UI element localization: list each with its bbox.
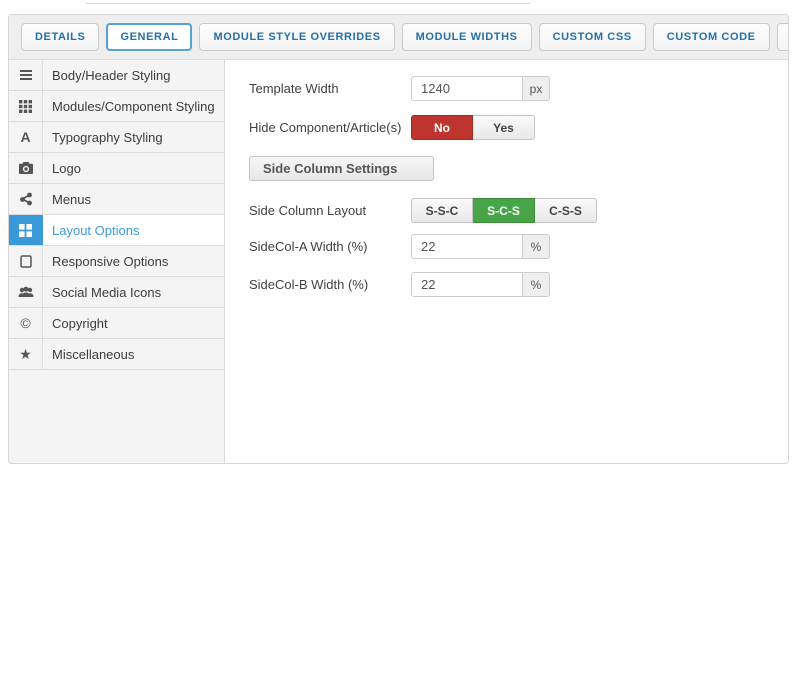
sidebar: Body/Header Styling Modules/Component St… [9, 60, 225, 464]
sidecol-a-input-group: % [411, 234, 550, 259]
camera-icon [9, 153, 43, 183]
sidebar-item-responsive-options[interactable]: Responsive Options [9, 246, 224, 277]
tab-module-style-overrides[interactable]: MODULE STYLE OVERRIDES [199, 23, 394, 51]
tab-menu-assignment[interactable]: MENU ASSIGNMENT [777, 23, 789, 51]
sidecol-b-label: SideCol-B Width (%) [249, 277, 411, 292]
hide-component-no-button[interactable]: No [411, 115, 473, 140]
side-column-settings-button[interactable]: Side Column Settings [249, 156, 434, 181]
sidebar-item-label: Responsive Options [43, 246, 224, 276]
template-width-input-group: px [411, 76, 550, 101]
square-outline-icon [9, 246, 43, 276]
tab-custom-code[interactable]: CUSTOM CODE [653, 23, 770, 51]
sidebar-item-label: Modules/Component Styling [43, 91, 224, 121]
sidebar-item-label: Menus [43, 184, 224, 214]
sidebar-item-social-media-icons[interactable]: Social Media Icons [9, 277, 224, 308]
tab-details[interactable]: DETAILS [21, 23, 99, 51]
sidecol-a-label: SideCol-A Width (%) [249, 239, 411, 254]
hide-component-toggle: No Yes [411, 115, 535, 140]
layout-css-button[interactable]: C-S-S [535, 198, 597, 223]
sidebar-item-body-header-styling[interactable]: Body/Header Styling [9, 60, 224, 91]
template-settings-panel: DETAILS GENERAL MODULE STYLE OVERRIDES M… [8, 14, 789, 464]
panel-content: Body/Header Styling Modules/Component St… [9, 60, 788, 464]
template-width-row: Template Width px [249, 76, 788, 101]
sidebar-item-label: Miscellaneous [43, 339, 224, 369]
sidebar-item-menus[interactable]: Menus [9, 184, 224, 215]
sidebar-item-miscellaneous[interactable]: ★ Miscellaneous [9, 339, 224, 370]
sidebar-item-layout-options[interactable]: Layout Options [9, 215, 224, 246]
sidebar-item-copyright[interactable]: © Copyright [9, 308, 224, 339]
sidebar-item-label: Logo [43, 153, 224, 183]
side-column-settings-row: Side Column Settings [249, 156, 788, 181]
tab-bar: DETAILS GENERAL MODULE STYLE OVERRIDES M… [9, 15, 788, 60]
sidebar-item-label: Social Media Icons [43, 277, 224, 307]
template-width-label: Template Width [249, 81, 411, 96]
star-icon: ★ [9, 339, 43, 369]
tab-custom-css[interactable]: CUSTOM CSS [539, 23, 646, 51]
sidebar-item-label: Typography Styling [43, 122, 224, 152]
sidecol-a-row: SideCol-A Width (%) % [249, 234, 788, 259]
unit-addon-px: px [523, 76, 550, 101]
sidecol-b-input-group: % [411, 272, 550, 297]
side-column-layout-group: S-S-C S-C-S C-S-S [411, 198, 597, 223]
sidebar-item-label: Body/Header Styling [43, 60, 224, 90]
sidebar-item-label: Copyright [43, 308, 224, 338]
unit-addon-percent: % [523, 272, 550, 297]
template-width-input[interactable] [411, 76, 523, 101]
users-icon [9, 277, 43, 307]
sidebar-item-typography-styling[interactable]: A Typography Styling [9, 122, 224, 153]
copyright-icon: © [9, 308, 43, 338]
sidebar-filler [9, 370, 224, 464]
sidecol-b-input[interactable] [411, 272, 523, 297]
sidebar-item-label: Layout Options [43, 215, 224, 245]
hide-component-yes-button[interactable]: Yes [473, 115, 535, 140]
font-icon: A [9, 122, 43, 152]
sidecol-b-row: SideCol-B Width (%) % [249, 272, 788, 297]
top-edge-artifact [86, 3, 530, 4]
side-column-layout-label: Side Column Layout [249, 203, 411, 218]
layout-scs-button[interactable]: S-C-S [473, 198, 535, 223]
side-column-layout-row: Side Column Layout S-S-C S-C-S C-S-S [249, 198, 788, 223]
hide-component-row: Hide Component/Article(s) No Yes [249, 115, 788, 140]
hide-component-label: Hide Component/Article(s) [249, 120, 411, 135]
sidebar-item-modules-component-styling[interactable]: Modules/Component Styling [9, 91, 224, 122]
share-nodes-icon [9, 184, 43, 214]
layout-ssc-button[interactable]: S-S-C [411, 198, 473, 223]
grid-icon [9, 91, 43, 121]
tab-general[interactable]: GENERAL [106, 23, 192, 51]
sidecol-a-input[interactable] [411, 234, 523, 259]
sidebar-item-logo[interactable]: Logo [9, 153, 224, 184]
list-icon [9, 60, 43, 90]
tab-module-widths[interactable]: MODULE WIDTHS [402, 23, 532, 51]
general-settings-form: Template Width px Hide Component/Article… [225, 60, 788, 464]
unit-addon-percent: % [523, 234, 550, 259]
layout-grid-icon [9, 215, 43, 245]
